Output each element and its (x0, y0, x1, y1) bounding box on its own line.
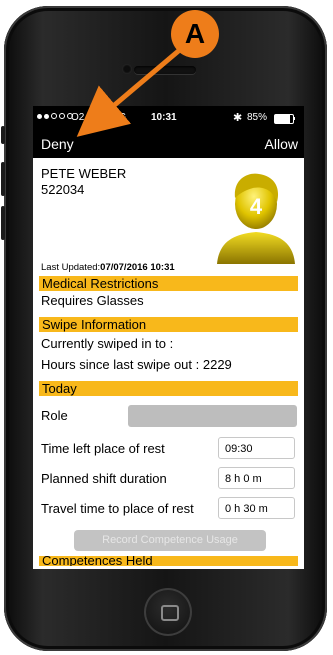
callout-arrow (76, 46, 184, 137)
callout-badge: A (171, 10, 219, 58)
